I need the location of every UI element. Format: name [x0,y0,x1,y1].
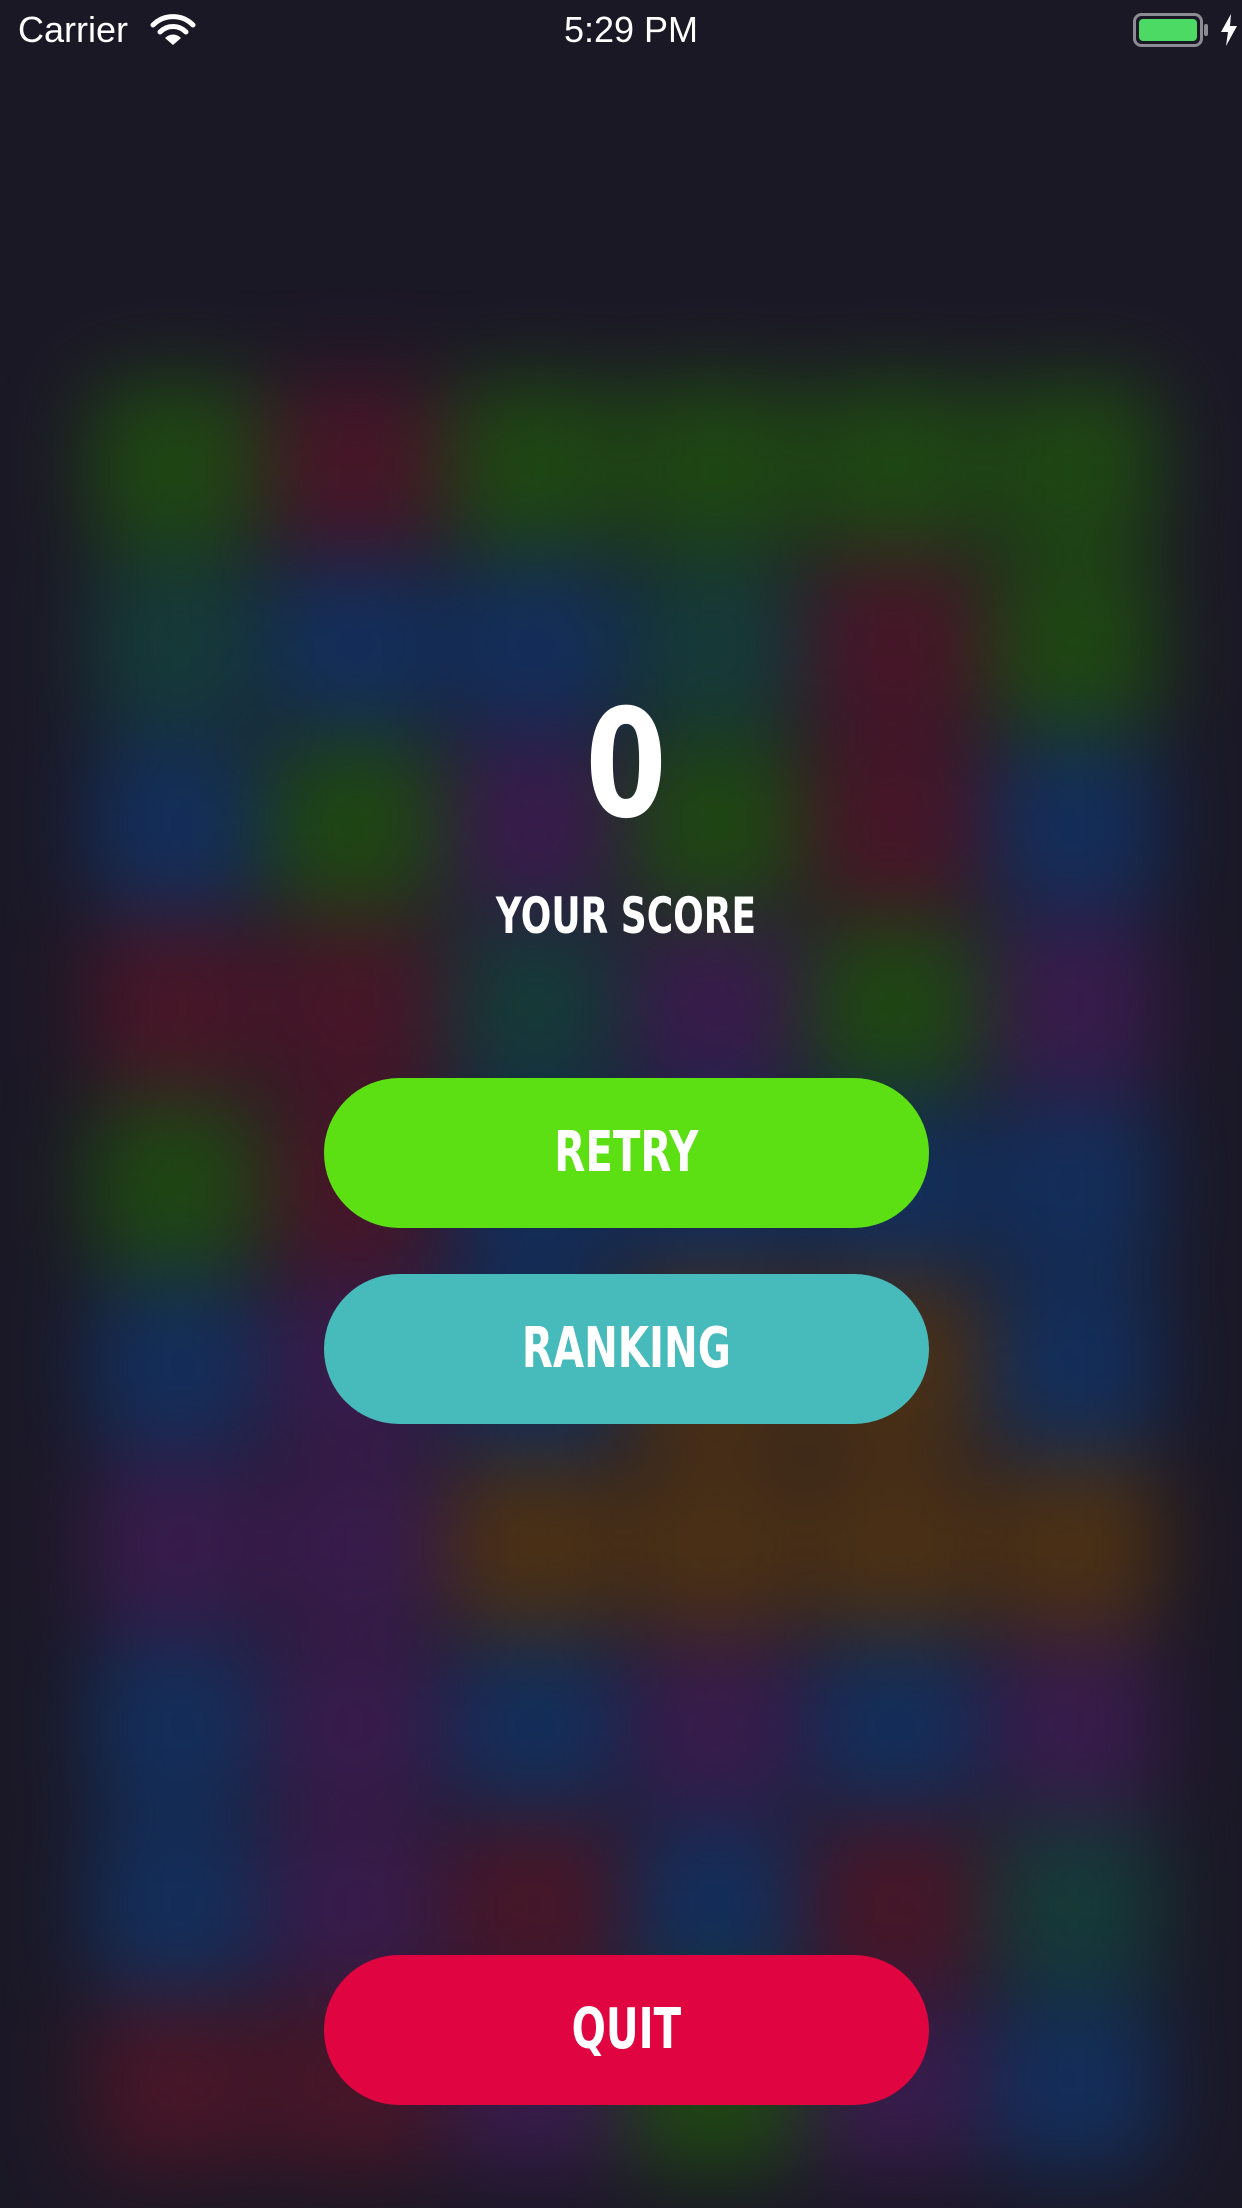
charging-icon [1221,14,1237,46]
background-tile [630,1460,800,1630]
background-tile [990,1460,1160,1630]
background-tile [990,1100,1160,1270]
background-tile [90,1460,260,1630]
background-tile [270,1640,440,1810]
retry-button-label: RETRY [554,1120,699,1185]
background-tile [990,1280,1160,1450]
status-time: 5:29 PM [563,9,699,50]
background-tile [90,1820,260,1990]
background-tile [270,1460,440,1630]
quit-button-label: QUIT [571,1997,682,2062]
background-tile [810,380,980,550]
battery-icon [1133,13,1208,47]
background-tile [90,2000,260,2170]
background-tile [990,2000,1160,2170]
quit-button[interactable]: QUIT [324,1955,929,2105]
background-tile [90,1640,260,1810]
background-tile [630,1640,800,1810]
ranking-button[interactable]: RANKING [324,1274,929,1424]
background-tile [450,1640,620,1810]
background-tile [810,1640,980,1810]
background-tile [90,1100,260,1270]
background-tile [810,1460,980,1630]
game-over-screen: Carrier 5:29 PM 0 YOUR SCORE RETRY RANKI… [0,0,1242,2208]
background-tile [990,1640,1160,1810]
retry-button[interactable]: RETRY [324,1078,929,1228]
background-tile [450,380,620,550]
status-bar: Carrier 5:29 PM [0,0,1242,60]
score-label: YOUR SCORE [495,887,757,945]
background-tile [90,380,260,550]
score-value: 0 [585,678,667,852]
background-tile [990,1820,1160,1990]
background-tile [990,380,1160,550]
background-tile [450,1460,620,1630]
ranking-button-label: RANKING [521,1316,731,1381]
background-tile [270,380,440,550]
background-tile [90,1280,260,1450]
background-tile [630,380,800,550]
